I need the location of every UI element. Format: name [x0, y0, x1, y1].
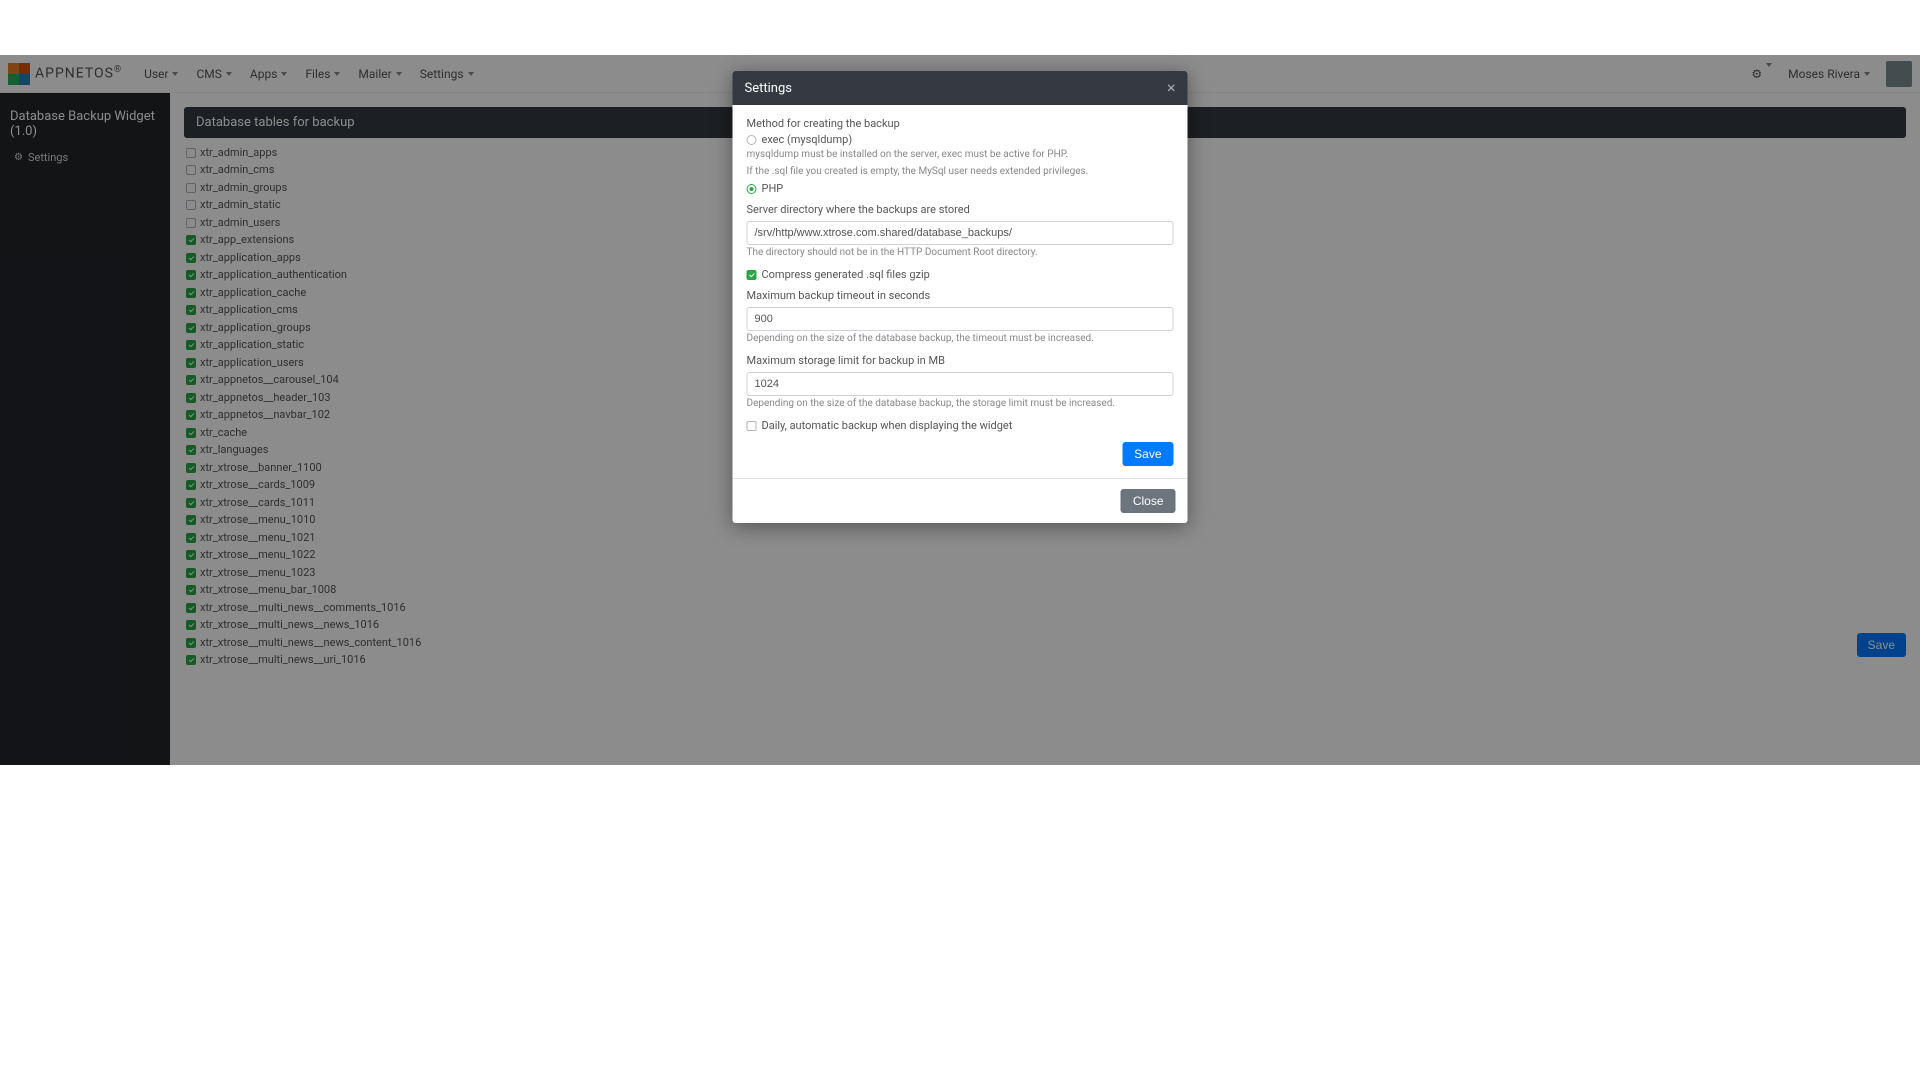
method-exec-hint1: mysqldump must be installed on the serve…: [747, 148, 1174, 162]
dir-input[interactable]: [747, 221, 1174, 245]
close-icon[interactable]: ×: [1167, 80, 1176, 96]
checkbox-icon: [747, 270, 757, 280]
timeout-label: Maximum backup timeout in seconds: [747, 289, 1174, 302]
storage-input[interactable]: [747, 372, 1174, 396]
daily-checkbox[interactable]: Daily, automatic backup when displaying …: [747, 419, 1174, 432]
method-php-radio[interactable]: PHP: [747, 182, 1174, 195]
modal-title: Settings: [745, 81, 792, 96]
modal-save-button[interactable]: Save: [1122, 442, 1173, 466]
method-label: Method for creating the backup: [747, 117, 1174, 130]
method-exec-label: exec (mysqldump): [762, 133, 853, 146]
radio-icon: [747, 135, 757, 145]
dir-hint: The directory should not be in the HTTP …: [747, 246, 1174, 260]
storage-hint: Depending on the size of the database ba…: [747, 397, 1174, 411]
storage-label: Maximum storage limit for backup in MB: [747, 354, 1174, 367]
modal-close-button[interactable]: Close: [1121, 489, 1176, 513]
method-php-label: PHP: [762, 182, 784, 195]
top-margin: [0, 0, 1920, 55]
radio-icon: [747, 184, 757, 194]
daily-label: Daily, automatic backup when displaying …: [762, 419, 1013, 432]
app-area: APPNETOS® UserCMSAppsFilesMailerSettings…: [0, 55, 1920, 765]
method-exec-radio[interactable]: exec (mysqldump): [747, 133, 1174, 146]
method-exec-hint2: If the .sql file you created is empty, t…: [747, 165, 1174, 179]
timeout-hint: Depending on the size of the database ba…: [747, 332, 1174, 346]
compress-label: Compress generated .sql files gzip: [762, 268, 930, 281]
dir-label: Server directory where the backups are s…: [747, 203, 1174, 216]
compress-checkbox[interactable]: Compress generated .sql files gzip: [747, 268, 1174, 281]
timeout-input[interactable]: [747, 307, 1174, 331]
modal-header: Settings ×: [733, 71, 1188, 105]
settings-modal: Settings × Method for creating the backu…: [733, 71, 1188, 523]
checkbox-icon: [747, 421, 757, 431]
